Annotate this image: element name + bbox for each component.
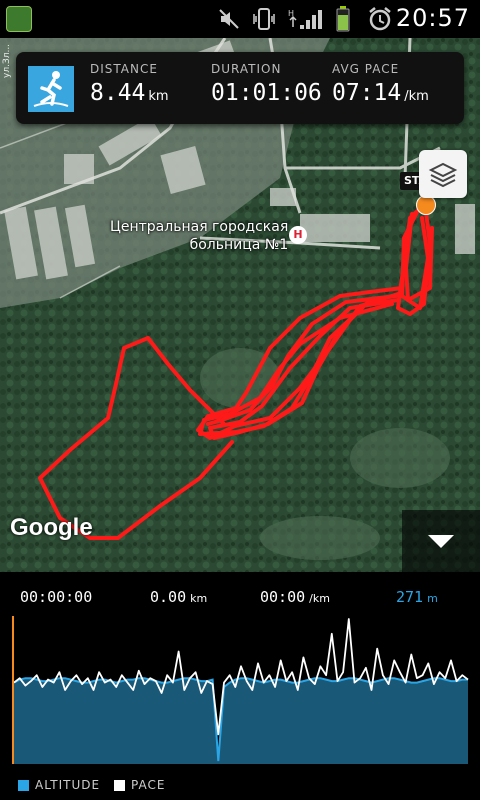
avg-pace-unit: /km: [404, 89, 429, 104]
hospital-icon[interactable]: H: [289, 226, 307, 244]
duration-stat: DURATION 01:01:06: [211, 62, 322, 106]
avg-pace-label: AVG PACE: [332, 62, 400, 76]
duration-value: 01:01:06: [211, 80, 322, 106]
avg-pace-stat: AVG PACE 07:14/km: [332, 62, 429, 106]
layers-icon: [428, 162, 458, 188]
runner-icon: [28, 66, 74, 112]
status-bar: H 20:57: [0, 0, 480, 38]
poi-label-line2: больница №1: [189, 237, 289, 253]
mute-icon: [216, 6, 242, 32]
vibrate-icon: [250, 6, 278, 32]
signal-icon: H: [286, 6, 326, 32]
poi-label-line1: Центральная городская: [110, 219, 289, 235]
google-attribution: Google: [10, 514, 93, 541]
altitude-area: [14, 678, 468, 764]
avg-pace-value: 07:14: [332, 80, 402, 106]
duration-label: DURATION: [211, 62, 282, 76]
readout-pace: 00:00/km: [260, 588, 330, 606]
readout-distance-value: 0.00: [150, 588, 187, 606]
distance-unit: km: [148, 89, 169, 104]
distance-stat: DISTANCE 8.44 km: [90, 62, 169, 106]
altitude-legend-swatch: [18, 779, 29, 791]
layers-button[interactable]: [419, 150, 467, 198]
chart-legend: ALTITUDE PACE: [18, 778, 165, 792]
pace-legend-label: PACE: [131, 778, 166, 792]
altitude-pace-chart[interactable]: [0, 612, 480, 772]
readout-altitude-value: 271: [396, 588, 424, 606]
altitude-legend-label: ALTITUDE: [35, 778, 101, 792]
chevron-down-icon: [428, 535, 454, 548]
readout-pace-unit: /km: [309, 592, 330, 605]
app-icon: [6, 6, 32, 32]
distance-value: 8.44: [90, 80, 146, 106]
readout-altitude-unit: m: [427, 592, 438, 605]
collapse-map-button[interactable]: [402, 510, 480, 572]
stats-card: DISTANCE 8.44 km DURATION 01:01:06 AVG PA…: [16, 52, 464, 124]
readout-time: 00:00:00: [20, 588, 93, 606]
poi-label[interactable]: Центральная городская больница №1: [110, 218, 288, 254]
street-label: ул.Зл...: [2, 43, 12, 78]
alarm-icon: [366, 6, 394, 32]
stats-panel: 00:00:00 0.00 km 00:00/km 271 m ALTITUDE P…: [0, 572, 480, 800]
pace-legend-swatch: [114, 779, 126, 791]
readout-altitude: 271 m: [396, 588, 438, 606]
readout-distance-unit: km: [190, 592, 208, 605]
battery-icon: [334, 6, 352, 32]
distance-label: DISTANCE: [90, 62, 158, 76]
start-marker[interactable]: [416, 195, 436, 215]
readout-pace-value: 00:00: [260, 588, 306, 606]
map-view[interactable]: DISTANCE 8.44 km DURATION 01:01:06 AVG PA…: [0, 38, 480, 572]
status-time: 20:57: [395, 4, 470, 32]
readout-distance: 0.00 km: [150, 588, 207, 606]
